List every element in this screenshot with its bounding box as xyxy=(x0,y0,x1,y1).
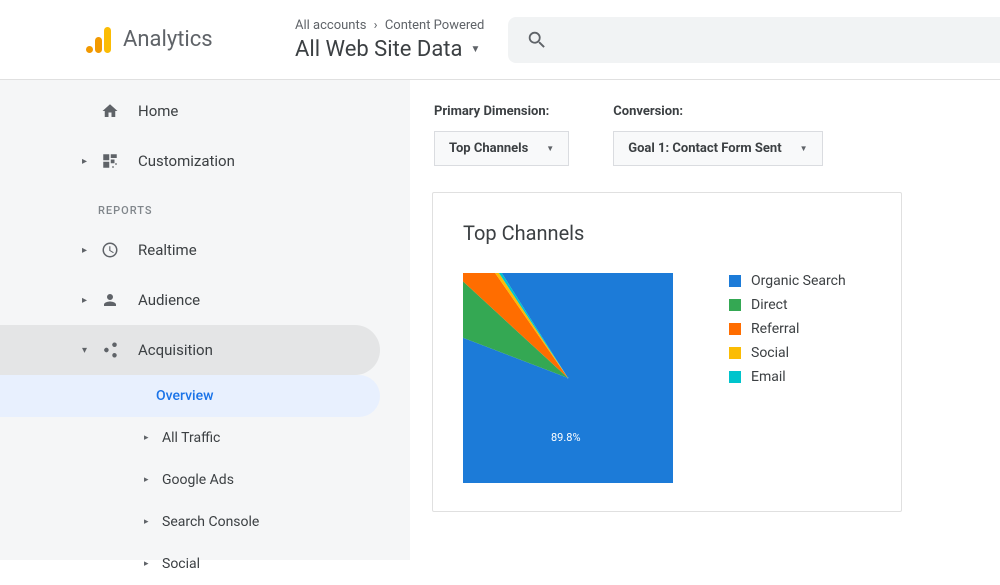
sidebar-nav: Home ▸ Customization REPORTS ▸ Realtime … xyxy=(0,80,410,560)
share-icon xyxy=(100,341,120,359)
submenu-google-ads[interactable]: ▸ Google Ads xyxy=(0,459,410,501)
legend-item: Organic Search xyxy=(729,273,846,289)
logo-block[interactable]: Analytics xyxy=(0,27,295,53)
sidebar-item-label: Customization xyxy=(138,152,235,170)
sidebar-item-audience[interactable]: ▸ Audience xyxy=(0,275,410,325)
conversion-label: Conversion: xyxy=(613,104,822,119)
legend-swatch xyxy=(729,275,741,287)
sidebar-item-realtime[interactable]: ▸ Realtime xyxy=(0,225,410,275)
sidebar-item-home[interactable]: Home xyxy=(0,86,410,136)
legend-item: Direct xyxy=(729,297,846,313)
legend-item: Referral xyxy=(729,321,846,337)
caret-down-icon: ▼ xyxy=(470,44,480,55)
submenu-label: Google Ads xyxy=(162,472,234,488)
submenu-overview[interactable]: Overview xyxy=(0,375,380,417)
legend-label: Referral xyxy=(751,321,799,337)
chevron-right-icon: › xyxy=(374,18,378,33)
sidebar-section-reports: REPORTS xyxy=(0,186,410,225)
caret-right-icon: ▸ xyxy=(144,475,149,485)
dropdown-value: Top Channels xyxy=(449,141,528,156)
dropdown-value: Goal 1: Contact Form Sent xyxy=(628,141,781,156)
view-name: All Web Site Data xyxy=(295,37,462,62)
legend-label: Direct xyxy=(751,297,788,313)
search-icon xyxy=(526,29,548,51)
primary-dimension-label: Primary Dimension: xyxy=(434,104,569,119)
pie-slice-label: 89.8% xyxy=(551,431,581,444)
sidebar-item-label: Acquisition xyxy=(138,341,213,359)
primary-dimension-dropdown[interactable]: Top Channels ▼ xyxy=(434,131,569,166)
submenu-social[interactable]: ▸ Social xyxy=(0,543,410,585)
sidebar-item-label: Audience xyxy=(138,291,200,309)
legend-item: Email xyxy=(729,369,846,385)
caret-right-icon: ▸ xyxy=(144,517,149,527)
sidebar-item-label: Realtime xyxy=(138,241,197,259)
view-selector[interactable]: All Web Site Data ▼ xyxy=(295,37,484,62)
main-content: Primary Dimension: Top Channels ▼ Conver… xyxy=(410,80,1000,560)
submenu-label: Overview xyxy=(156,388,213,404)
submenu-all-traffic[interactable]: ▸ All Traffic xyxy=(0,417,410,459)
person-icon xyxy=(100,291,120,309)
caret-right-icon: ▸ xyxy=(82,245,87,256)
app-header: Analytics All accounts › Content Powered… xyxy=(0,0,1000,80)
account-selector[interactable]: All accounts › Content Powered All Web S… xyxy=(295,6,484,74)
legend-swatch xyxy=(729,323,741,335)
sidebar-item-label: Home xyxy=(138,102,178,120)
home-icon xyxy=(100,102,120,120)
breadcrumb-root: All accounts xyxy=(295,18,366,33)
filter-row: Primary Dimension: Top Channels ▼ Conver… xyxy=(432,104,1000,166)
legend-swatch xyxy=(729,347,741,359)
dashboard-icon xyxy=(100,152,120,170)
legend-swatch xyxy=(729,299,741,311)
caret-down-icon: ▾ xyxy=(82,345,87,356)
sidebar-item-acquisition[interactable]: ▾ Acquisition xyxy=(0,325,380,375)
pie-svg xyxy=(463,273,673,483)
legend-swatch xyxy=(729,371,741,383)
caret-down-icon: ▼ xyxy=(800,144,808,153)
caret-right-icon: ▸ xyxy=(82,295,87,306)
legend-label: Organic Search xyxy=(751,273,846,289)
submenu-label: Search Console xyxy=(162,514,259,530)
sidebar-item-customization[interactable]: ▸ Customization xyxy=(0,136,410,186)
caret-right-icon: ▸ xyxy=(144,559,149,569)
legend-label: Social xyxy=(751,345,789,361)
breadcrumb-account: Content Powered xyxy=(385,18,485,33)
top-channels-card: Top Channels 89.8% Organic Search Direct R… xyxy=(432,192,902,512)
pie-chart: 89.8% xyxy=(463,273,673,483)
acquisition-submenu: Overview ▸ All Traffic ▸ Google Ads ▸ Se… xyxy=(0,375,410,585)
submenu-label: All Traffic xyxy=(162,430,220,446)
breadcrumb: All accounts › Content Powered xyxy=(295,18,484,33)
search-input[interactable] xyxy=(508,17,1000,63)
submenu-search-console[interactable]: ▸ Search Console xyxy=(0,501,410,543)
chart-legend: Organic Search Direct Referral Social Email xyxy=(729,273,846,393)
caret-down-icon: ▼ xyxy=(546,144,554,153)
product-name: Analytics xyxy=(123,27,213,52)
caret-right-icon: ▸ xyxy=(82,156,87,167)
legend-label: Email xyxy=(751,369,786,385)
caret-right-icon: ▸ xyxy=(144,433,149,443)
card-title: Top Channels xyxy=(463,221,871,245)
submenu-label: Social xyxy=(162,556,200,572)
analytics-logo-icon xyxy=(86,27,111,53)
legend-item: Social xyxy=(729,345,846,361)
conversion-dropdown[interactable]: Goal 1: Contact Form Sent ▼ xyxy=(613,131,822,166)
clock-icon xyxy=(100,241,120,259)
